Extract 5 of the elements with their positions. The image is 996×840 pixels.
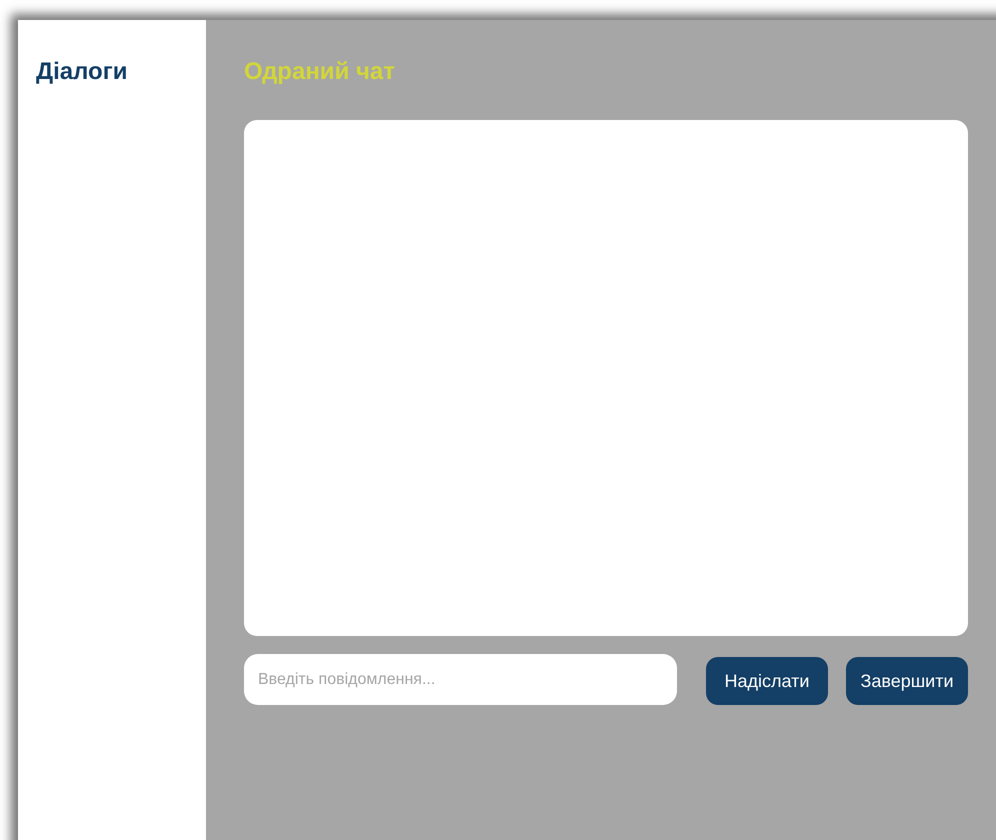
chat-title: Одраний чат: [244, 58, 396, 86]
sidebar-title: Діалоги: [36, 58, 128, 86]
message-input[interactable]: Введіть повідомлення...: [244, 654, 677, 705]
send-button[interactable]: Надіслати: [706, 657, 828, 705]
finish-button[interactable]: Завершити: [846, 657, 968, 705]
